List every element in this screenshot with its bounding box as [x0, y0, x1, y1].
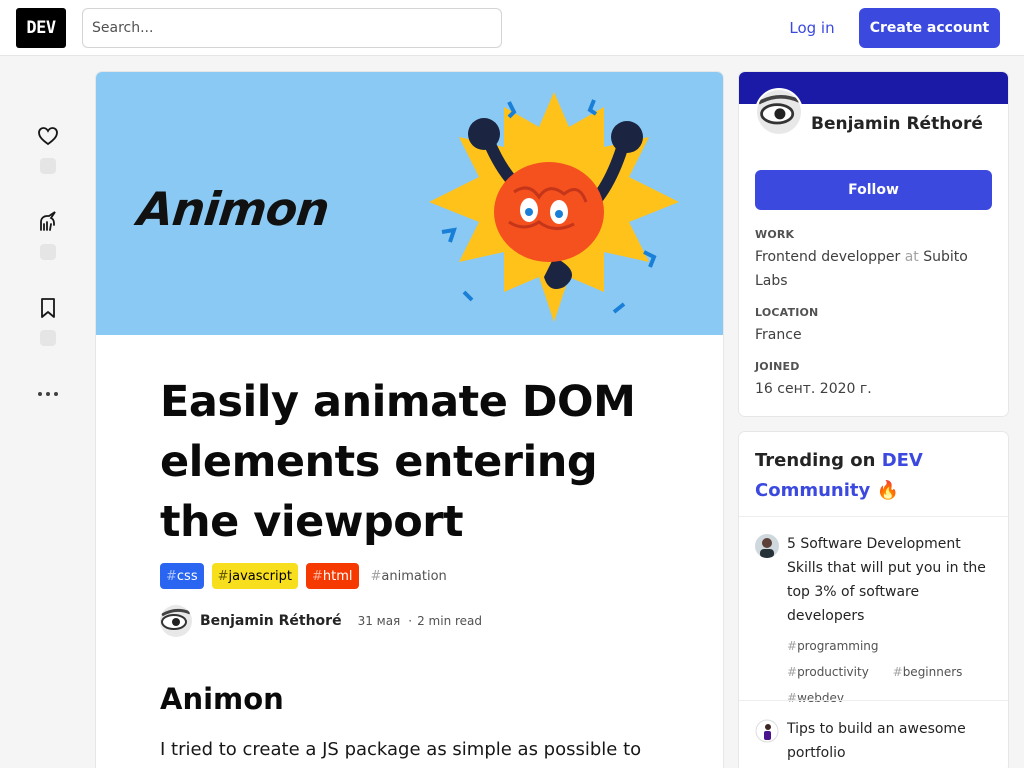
trending-tag[interactable]: #programming — [787, 633, 889, 659]
cover-wordmark: Animon — [135, 182, 332, 236]
joined-value: 16 сент. 2020 г. — [755, 381, 872, 397]
fire-icon: 🔥 — [876, 480, 899, 501]
trending-author-avatar — [755, 534, 779, 558]
article-heading: Animon — [160, 682, 284, 716]
profile-name[interactable]: Benjamin Réthoré — [811, 114, 983, 134]
bookmark-count — [40, 330, 56, 346]
ellipsis-icon — [38, 392, 42, 396]
unicorn-icon — [40, 211, 56, 231]
brain-mascot-illustration — [429, 92, 679, 322]
trending-title[interactable]: Tips to build an awesome portfolio — [787, 717, 997, 765]
article-paragraph: I tried to create a JS package as simple… — [160, 739, 642, 760]
trending-author-avatar — [755, 719, 779, 743]
work-value: Frontend developper at Subito Labs — [755, 249, 968, 289]
cover-image: Animon — [96, 72, 723, 335]
profile-avatar[interactable] — [755, 88, 803, 136]
divider — [739, 516, 1008, 517]
more-options-button[interactable] — [28, 382, 68, 406]
unicorn-count — [40, 244, 56, 260]
publish-date: 31 мая — [357, 614, 401, 628]
search-input[interactable] — [82, 8, 502, 48]
joined-label: Joined — [755, 360, 800, 373]
trending-tag[interactable]: #productivity — [787, 659, 879, 685]
author-profile-card: Benjamin Réthoré Follow Work Frontend de… — [739, 72, 1008, 416]
divider — [739, 700, 1008, 701]
tag-css[interactable]: # css — [160, 563, 204, 589]
article-byline: Benjamin Réthoré 31 мая · 2 min read — [160, 605, 482, 637]
create-account-button[interactable]: Create account — [859, 8, 1000, 48]
trending-tag[interactable]: #webdev — [787, 685, 854, 711]
article-title: Easily animate DOM elements entering the… — [160, 377, 636, 547]
trending-card: Trending on DEV Community 🔥 5 Software D… — [739, 432, 1008, 768]
dev-logo[interactable]: DEV — [16, 8, 66, 48]
author-avatar[interactable] — [160, 605, 192, 637]
meta-separator: · — [408, 614, 413, 628]
location-value: France — [755, 327, 802, 343]
article-tags: # css # javascript # html # animation — [160, 563, 451, 589]
author-name[interactable]: Benjamin Réthoré — [200, 613, 342, 629]
like-reaction-button[interactable] — [28, 124, 68, 174]
follow-button[interactable]: Follow — [755, 170, 992, 210]
bookmark-reaction-button[interactable] — [28, 296, 68, 346]
trending-title[interactable]: 5 Software Development Skills that will … — [787, 532, 997, 628]
like-count — [40, 158, 56, 174]
read-time: 2 min read — [417, 614, 483, 628]
trending-tag[interactable]: #beginners — [893, 659, 973, 685]
tag-javascript[interactable]: # javascript — [211, 563, 298, 589]
heart-icon — [38, 127, 58, 146]
trending-heading: Trending on DEV Community 🔥 — [755, 450, 923, 501]
unicorn-reaction-button[interactable] — [28, 210, 68, 260]
tag-html[interactable]: # html — [305, 563, 359, 589]
work-label: Work — [755, 228, 795, 241]
tag-animation[interactable]: # animation — [367, 563, 451, 589]
bookmark-icon — [41, 298, 55, 318]
login-link[interactable]: Log in — [778, 8, 846, 48]
article-card: Animon Easily animate DOM elements enter… — [96, 72, 723, 768]
location-label: Location — [755, 306, 819, 319]
top-header: DEV Log in Create account — [0, 0, 1024, 56]
